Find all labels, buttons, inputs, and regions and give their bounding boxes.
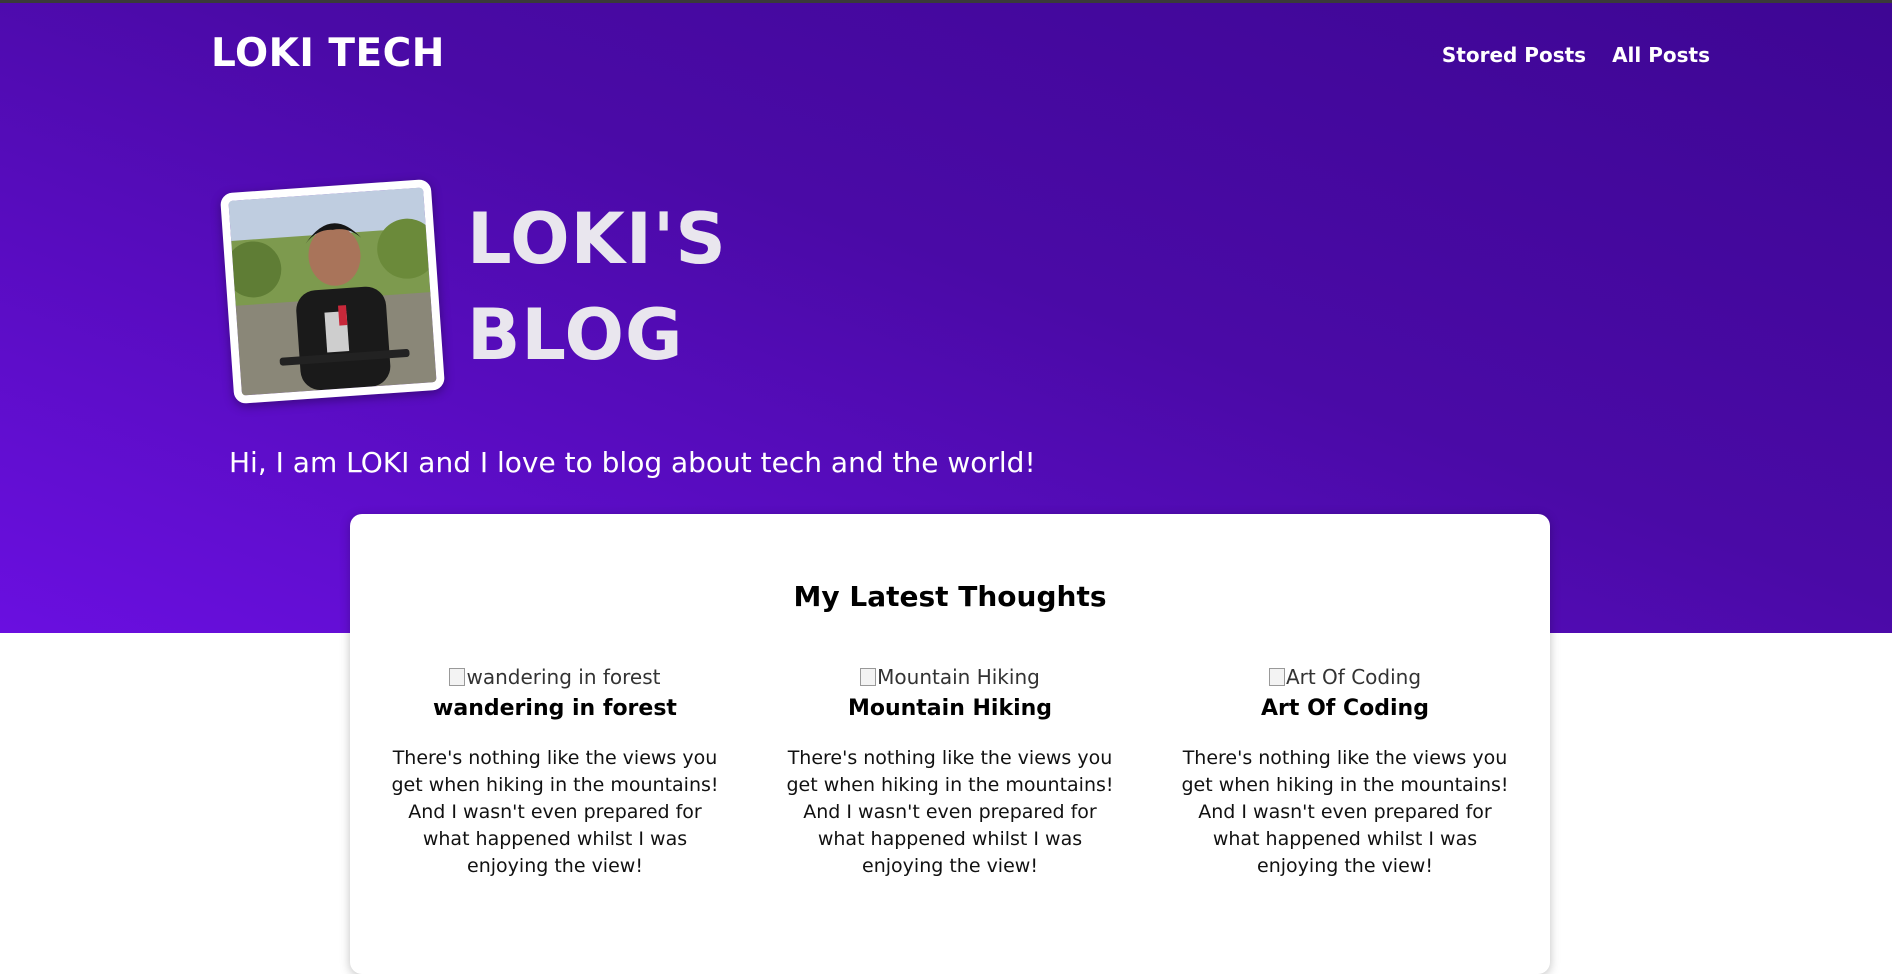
- profile-photo-graphic: [228, 187, 437, 396]
- post-list: wandering in forest wandering in forest …: [390, 664, 1510, 880]
- post-image-broken: Mountain Hiking: [860, 664, 1040, 690]
- profile-avatar-image: [219, 178, 446, 405]
- latest-thoughts-heading: My Latest Thoughts: [793, 580, 1107, 613]
- latest-thoughts-card: My Latest Thoughts wandering in forest w…: [350, 514, 1550, 974]
- broken-image-icon: [1268, 668, 1285, 686]
- main-nav: Stored Posts All Posts: [1442, 43, 1710, 67]
- post-item[interactable]: Art Of Coding Art Of Coding There's noth…: [1180, 664, 1510, 880]
- post-image-alt-text: Art Of Coding: [1285, 665, 1422, 689]
- post-excerpt: There's nothing like the views you get w…: [391, 747, 719, 877]
- intro-text: Hi, I am LOKI and I love to blog about t…: [229, 446, 1036, 479]
- post-title[interactable]: Mountain Hiking: [785, 696, 1115, 721]
- post-excerpt: There's nothing like the views you get w…: [1181, 747, 1509, 877]
- post-item[interactable]: wandering in forest wandering in forest …: [390, 664, 720, 880]
- post-excerpt: There's nothing like the views you get w…: [786, 747, 1114, 877]
- broken-image-icon: [449, 668, 466, 686]
- nav-link-all-posts[interactable]: All Posts: [1612, 43, 1710, 67]
- post-image-alt-text: Mountain Hiking: [877, 665, 1040, 689]
- post-title[interactable]: wandering in forest: [390, 696, 720, 721]
- post-item[interactable]: Mountain Hiking Mountain Hiking There's …: [785, 664, 1115, 880]
- post-image-broken: wandering in forest: [449, 664, 661, 690]
- blog-title: LOKI'S BLOG: [467, 198, 727, 376]
- post-image-broken: Art Of Coding: [1268, 664, 1422, 690]
- post-title[interactable]: Art Of Coding: [1180, 696, 1510, 721]
- nav-link-stored-posts[interactable]: Stored Posts: [1442, 43, 1586, 67]
- post-image-alt-text: wandering in forest: [466, 665, 661, 689]
- brand-logo-link[interactable]: LOKI TECH: [211, 31, 445, 76]
- broken-image-icon: [860, 668, 877, 686]
